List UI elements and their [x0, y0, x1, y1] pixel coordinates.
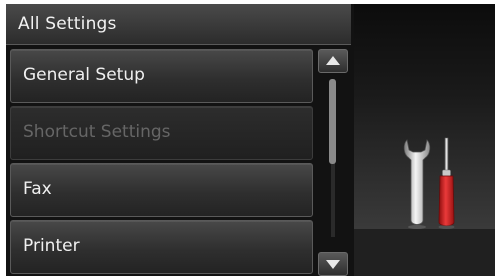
screwdriver-icon — [438, 137, 455, 227]
triangle-down-icon — [326, 260, 340, 269]
scroll-up-button[interactable] — [318, 49, 348, 73]
menu-item-label: Printer — [23, 236, 80, 256]
menu-item-label: Shortcut Settings — [23, 122, 171, 142]
wrench-screwdriver-icon — [403, 137, 455, 229]
lcd-screen: All Settings General Setup Shortcut Sett… — [6, 4, 495, 276]
settings-menu: General Setup Shortcut Settings Fax Prin… — [10, 49, 313, 276]
triangle-up-icon — [326, 56, 340, 65]
illustration-panel-footer — [354, 229, 495, 276]
scroll-down-button[interactable] — [318, 252, 348, 276]
menu-item-general-setup[interactable]: General Setup — [10, 49, 313, 103]
scrollbar[interactable] — [318, 49, 348, 276]
menu-item-fax[interactable]: Fax — [10, 163, 313, 217]
menu-item-label: General Setup — [23, 65, 145, 85]
menu-item-printer[interactable]: Printer — [10, 220, 313, 274]
page-title: All Settings — [18, 14, 117, 34]
header-bar: All Settings — [6, 4, 351, 45]
scroll-thumb[interactable] — [329, 79, 336, 164]
menu-item-label: Fax — [23, 179, 52, 199]
wrench-icon — [403, 139, 431, 225]
menu-item-shortcut-settings: Shortcut Settings — [10, 106, 313, 160]
